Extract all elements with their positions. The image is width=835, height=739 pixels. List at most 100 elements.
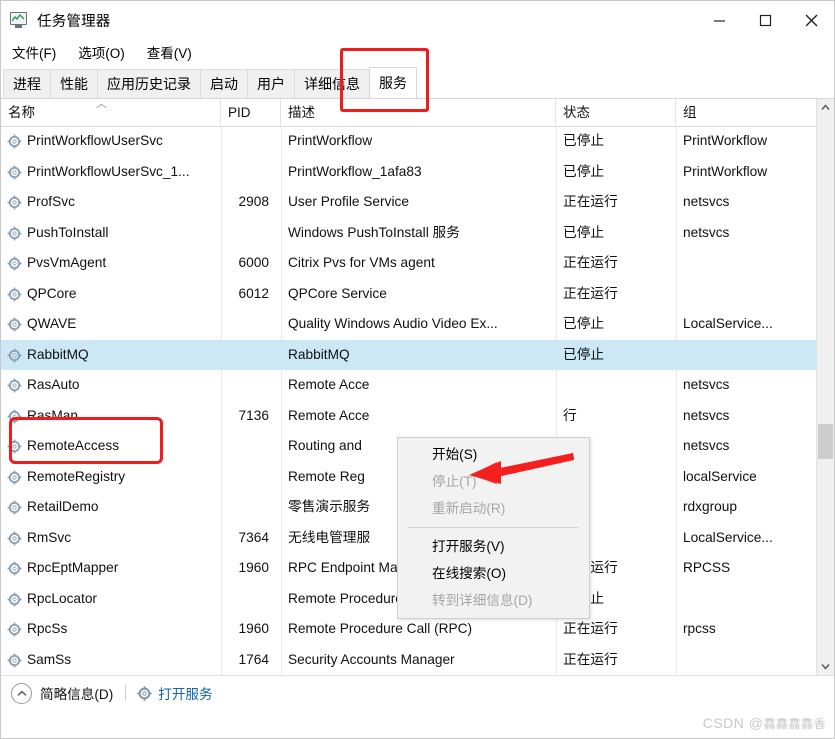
column-header-group[interactable]: 组 xyxy=(676,99,801,126)
chevron-up-icon[interactable] xyxy=(11,682,32,704)
cell-pid: 2908 xyxy=(238,194,269,209)
column-header-desc[interactable]: 描述 xyxy=(281,99,556,126)
cell-desc: User Profile Service xyxy=(288,194,409,209)
cell-pid xyxy=(221,370,281,401)
menu-file[interactable]: 文件(F) xyxy=(9,40,59,64)
cell-name: PvsVmAgent xyxy=(27,255,107,270)
table-row[interactable]: ProfSvc 2908 User Profile Service 正在运行 netsv… xyxy=(1,187,834,218)
cell-status: 行 xyxy=(563,407,577,423)
table-row[interactable]: RabbitMQ RabbitMQ 已停止 xyxy=(1,339,834,371)
table-row[interactable]: SamSs 1764 Security Accounts Manager 正在运行 xyxy=(1,645,834,676)
cell-pid xyxy=(221,492,281,523)
cell-pid xyxy=(221,584,281,615)
tab-app-history[interactable]: 应用历史记录 xyxy=(97,69,201,98)
cell-name: RmSvc xyxy=(27,529,72,545)
table-row[interactable]: QWAVE Quality Windows Audio Video Ex... 已停… xyxy=(1,309,834,340)
table-row[interactable]: PushToInstall Windows PushToInstall 服务 已停止… xyxy=(1,218,834,249)
menu-view[interactable]: 查看(V) xyxy=(144,40,195,64)
watermark-username: 馫馫馫馫香 xyxy=(763,717,826,731)
sort-ascending-icon: ︿ xyxy=(96,99,107,110)
cell-pid xyxy=(221,157,281,188)
cell-name: PushToInstall xyxy=(27,224,109,240)
minimize-button[interactable] xyxy=(696,1,742,39)
window-controls xyxy=(696,1,834,39)
cell-name: PrintWorkflowUserSvc_1... xyxy=(27,163,190,179)
title-bar: 任务管理器 xyxy=(1,1,834,39)
column-header-status[interactable]: 状态 xyxy=(556,99,676,126)
context-menu-item[interactable]: 打开服务(V) xyxy=(398,533,589,560)
cell-group: PrintWorkflow xyxy=(683,163,768,179)
scroll-down-icon[interactable] xyxy=(817,658,834,675)
cell-name: RpcSs xyxy=(27,621,68,636)
cell-group: netsvcs xyxy=(683,438,730,453)
cell-pid xyxy=(221,126,281,157)
cell-pid: 1960 xyxy=(238,621,269,636)
cell-pid: 7364 xyxy=(238,529,269,545)
context-menu-item[interactable]: 在线搜索(O) xyxy=(398,560,589,587)
cell-name: RpcEptMapper xyxy=(27,560,119,575)
cell-name: RemoteAccess xyxy=(27,438,120,453)
cell-group: rdxgroup xyxy=(683,499,738,514)
cell-group: PrintWorkflow xyxy=(683,133,768,148)
cell-status: 正在运行 xyxy=(563,255,618,270)
cell-group xyxy=(676,645,801,676)
task-manager-window: 任务管理器 文件(F) 选项(O) 查看(V) 进程 性能 应用历史记录 启动 … xyxy=(0,0,835,739)
tab-services[interactable]: 服务 xyxy=(369,67,417,98)
watermark-prefix: CSDN @ xyxy=(702,715,764,731)
cell-name: RabbitMQ xyxy=(27,346,89,362)
grid-header: 名称 ︿ PID 描述 状态 组 xyxy=(1,99,834,127)
cell-group: netsvcs xyxy=(683,224,730,240)
cell-group: localService xyxy=(683,468,757,484)
cell-group: netsvcs xyxy=(683,377,730,392)
tab-details[interactable]: 详细信息 xyxy=(294,69,370,98)
cell-desc: PrintWorkflow_1afa83 xyxy=(288,163,422,179)
cell-desc: Security Accounts Manager xyxy=(288,651,455,667)
cell-status: 已停止 xyxy=(563,163,605,179)
service-context-menu: 开始(S) 停止(T) 重新启动(R) 打开服务(V) 在线搜索(O) 转到详细信息(D) xyxy=(397,437,590,619)
table-row[interactable]: PrintWorkflowUserSvc_1... PrintWorkflow_1… xyxy=(1,157,834,188)
tab-performance[interactable]: 性能 xyxy=(50,69,98,98)
tab-startup[interactable]: 启动 xyxy=(200,69,248,98)
services-grid: 名称 ︿ PID 描述 状态 组 PrintWorkflowUserSvc Pri… xyxy=(1,99,834,675)
cell-name: RetailDemo xyxy=(27,499,99,514)
vertical-scrollbar[interactable] xyxy=(816,99,834,675)
gear-icon xyxy=(137,685,152,701)
open-services-link[interactable]: 打开服务 xyxy=(158,683,212,703)
table-row[interactable]: PvsVmAgent 6000 Citrix Pvs for VMs agent 正在… xyxy=(1,248,834,279)
scroll-up-icon[interactable] xyxy=(817,99,834,116)
cell-status: 正在运行 xyxy=(563,651,618,667)
cell-name: QPCore xyxy=(27,285,77,301)
menu-options[interactable]: 选项(O) xyxy=(75,40,128,64)
cell-desc: QPCore Service xyxy=(288,285,387,301)
cell-group: netsvcs xyxy=(683,194,730,209)
context-menu-item[interactable]: 开始(S) xyxy=(398,441,589,468)
maximize-button[interactable] xyxy=(742,1,788,39)
scrollbar-thumb[interactable] xyxy=(818,424,833,459)
tab-strip: 进程 性能 应用历史记录 启动 用户 详细信息 服务 xyxy=(1,65,834,99)
status-bar: 简略信息(D) 打开服务 xyxy=(1,675,834,710)
cell-name: SamSs xyxy=(27,651,72,667)
table-row[interactable]: QPCore 6012 QPCore Service 正在运行 xyxy=(1,279,834,310)
cell-group: RPCSS xyxy=(683,560,731,575)
cell-status: 正在运行 xyxy=(563,285,618,301)
task-manager-icon xyxy=(10,11,29,29)
column-header-name[interactable]: 名称 xyxy=(1,99,221,126)
cell-pid xyxy=(221,431,281,462)
table-row[interactable]: RasAuto Remote Acce netsvcs xyxy=(1,370,834,401)
column-header-pid[interactable]: PID xyxy=(221,99,281,126)
table-row[interactable]: RasMan 7136 Remote Acce 行 netsvcs xyxy=(1,401,834,432)
cell-pid xyxy=(221,340,281,371)
cell-desc: PrintWorkflow xyxy=(288,133,373,148)
cell-pid: 6000 xyxy=(238,255,269,270)
close-button[interactable] xyxy=(788,1,834,39)
cell-pid xyxy=(221,462,281,493)
cell-group: LocalService... xyxy=(683,529,773,545)
context-menu-item: 转到详细信息(D) xyxy=(432,593,533,608)
cell-name: RemoteRegistry xyxy=(27,468,126,484)
tab-users[interactable]: 用户 xyxy=(247,69,295,98)
fewer-details-button[interactable]: 简略信息(D) xyxy=(40,683,113,703)
cell-group xyxy=(676,248,801,279)
cell-name: ProfSvc xyxy=(27,194,75,209)
table-row[interactable]: PrintWorkflowUserSvc PrintWorkflow 已停止 Prin… xyxy=(1,126,834,157)
tab-processes[interactable]: 进程 xyxy=(3,69,51,98)
